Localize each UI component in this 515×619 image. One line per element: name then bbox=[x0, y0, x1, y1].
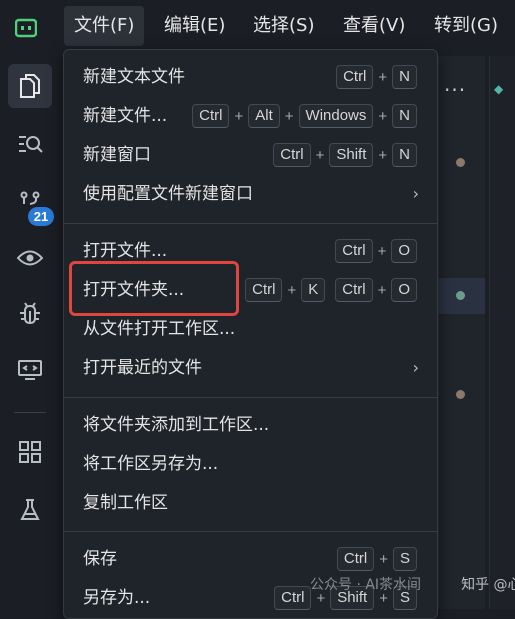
menu-item-save-workspace-as[interactable]: 将工作区另存为... bbox=[64, 446, 437, 482]
key-plus: + bbox=[315, 146, 325, 164]
key-plus: + bbox=[287, 281, 297, 299]
keycap: N bbox=[392, 143, 417, 167]
keycap: Ctrl bbox=[192, 104, 230, 128]
editor-edge bbox=[489, 56, 515, 609]
menu-file[interactable]: 文件(F) bbox=[64, 6, 145, 46]
key-plus: + bbox=[378, 146, 388, 164]
search-icon[interactable] bbox=[8, 122, 52, 166]
keycap: Ctrl bbox=[335, 278, 373, 302]
more-actions-icon[interactable]: ··· bbox=[444, 78, 466, 102]
menu-item-label: 复制工作区 bbox=[83, 493, 168, 513]
menu-item-open-workspace-from-file[interactable]: 从文件打开工作区... bbox=[64, 311, 437, 347]
testing-icon[interactable] bbox=[8, 488, 52, 532]
menu-edit[interactable]: 编辑(E) bbox=[154, 6, 235, 46]
keycap: Ctrl bbox=[336, 65, 374, 89]
debug-icon[interactable] bbox=[8, 292, 52, 336]
menu-item-duplicate-workspace[interactable]: 复制工作区 bbox=[64, 485, 437, 521]
key-plus: + bbox=[284, 107, 294, 125]
keycap: Ctrl bbox=[273, 143, 311, 167]
keycap: S bbox=[392, 547, 417, 571]
menu-item-save[interactable]: 保存 Ctrl + S bbox=[64, 541, 437, 577]
watermark: 公众号 · AI茶水间 知乎 @心易 bbox=[310, 574, 515, 594]
menu-item-label: 打开最近的文件 bbox=[83, 358, 202, 378]
extensions-icon[interactable] bbox=[8, 430, 52, 474]
menu-item-label: 将工作区另存为... bbox=[83, 454, 219, 474]
menu-item-label: 从文件打开工作区... bbox=[83, 319, 236, 339]
source-control-icon[interactable]: 21 bbox=[8, 180, 54, 226]
watermark-author: 知乎 @心易 bbox=[461, 577, 515, 593]
keycap: O bbox=[391, 239, 417, 263]
activity-bar: 21 bbox=[0, 56, 60, 609]
key-plus: + bbox=[234, 107, 244, 125]
menu-item-label: 新建文件... bbox=[83, 106, 168, 126]
modified-dot-icon bbox=[456, 291, 465, 300]
keycap: N bbox=[392, 104, 417, 128]
chevron-right-icon: › bbox=[412, 184, 419, 203]
menu-item-new-window-with-profile[interactable]: 使用配置文件新建窗口 › bbox=[64, 176, 437, 212]
keycap: O bbox=[391, 278, 417, 302]
key-plus: + bbox=[378, 68, 388, 86]
modified-dot-icon bbox=[456, 390, 465, 399]
menu-separator bbox=[64, 531, 437, 532]
keyboard-shortcut: Ctrl + K Ctrl + O bbox=[245, 278, 417, 302]
menu-item-label: 新建窗口 bbox=[83, 145, 151, 165]
menu-item-label: 另存为... bbox=[83, 588, 151, 608]
menu-separator bbox=[64, 223, 437, 224]
chevron-right-icon: › bbox=[412, 358, 419, 377]
watermark-source: 公众号 · AI茶水间 bbox=[310, 577, 422, 593]
key-plus: + bbox=[377, 242, 387, 260]
menu-item-new-window[interactable]: 新建窗口 Ctrl + Shift + N bbox=[64, 137, 437, 173]
modified-dot-icon bbox=[456, 158, 465, 167]
menu-item-label: 将文件夹添加到工作区... bbox=[83, 415, 270, 435]
keyboard-shortcut: Ctrl + Shift + N bbox=[273, 143, 417, 167]
key-plus: + bbox=[378, 107, 388, 125]
app-logo-icon bbox=[11, 13, 41, 43]
keycap: Windows bbox=[298, 104, 374, 128]
key-plus: + bbox=[377, 281, 387, 299]
activity-divider bbox=[14, 412, 46, 413]
keyboard-shortcut: Ctrl + Alt + Windows + N bbox=[192, 104, 417, 128]
menu-separator bbox=[64, 397, 437, 398]
keycap: K bbox=[301, 278, 326, 302]
menu-bar: 文件(F) 编辑(E) 选择(S) 查看(V) 转到(G) bbox=[0, 0, 515, 56]
key-plus: + bbox=[379, 550, 388, 568]
menu-item-add-folder-to-workspace[interactable]: 将文件夹添加到工作区... bbox=[64, 407, 437, 443]
preview-icon[interactable] bbox=[8, 236, 52, 280]
menu-item-new-file[interactable]: 新建文件... Ctrl + Alt + Windows + N bbox=[64, 98, 437, 134]
keycap: N bbox=[392, 65, 417, 89]
side-panel-background bbox=[438, 56, 485, 609]
keyboard-shortcut: Ctrl + O bbox=[335, 239, 417, 263]
menu-item-label: 使用配置文件新建窗口 bbox=[83, 184, 253, 204]
file-menu-dropdown: 新建文本文件 Ctrl + N 新建文件... Ctrl + Alt + Windows + N 新建窗… bbox=[63, 49, 438, 619]
keyboard-shortcut: Ctrl + N bbox=[336, 65, 417, 89]
tab-edge-icon: ◆ bbox=[494, 82, 504, 96]
keycap: Shift bbox=[329, 143, 374, 167]
menu-item-new-text-file[interactable]: 新建文本文件 Ctrl + N bbox=[64, 59, 437, 95]
menu-item-open-recent[interactable]: 打开最近的文件 › bbox=[64, 350, 437, 386]
menu-selection[interactable]: 选择(S) bbox=[243, 6, 324, 46]
keycap: Ctrl bbox=[336, 547, 375, 571]
menu-item-label: 保存 bbox=[83, 549, 117, 569]
menu-item-label: 新建文本文件 bbox=[83, 67, 185, 87]
menu-go[interactable]: 转到(G) bbox=[424, 6, 508, 46]
remote-icon[interactable] bbox=[8, 348, 52, 392]
explorer-icon[interactable] bbox=[8, 64, 52, 108]
keycap: Ctrl bbox=[245, 278, 283, 302]
keycap: Alt bbox=[248, 104, 280, 128]
keycap: Ctrl bbox=[335, 239, 373, 263]
menu-view[interactable]: 查看(V) bbox=[333, 6, 415, 46]
highlight-annotation bbox=[69, 261, 239, 316]
keycap: Ctrl bbox=[274, 586, 312, 610]
keyboard-shortcut: Ctrl + S bbox=[336, 547, 417, 571]
source-control-badge: 21 bbox=[28, 207, 54, 226]
